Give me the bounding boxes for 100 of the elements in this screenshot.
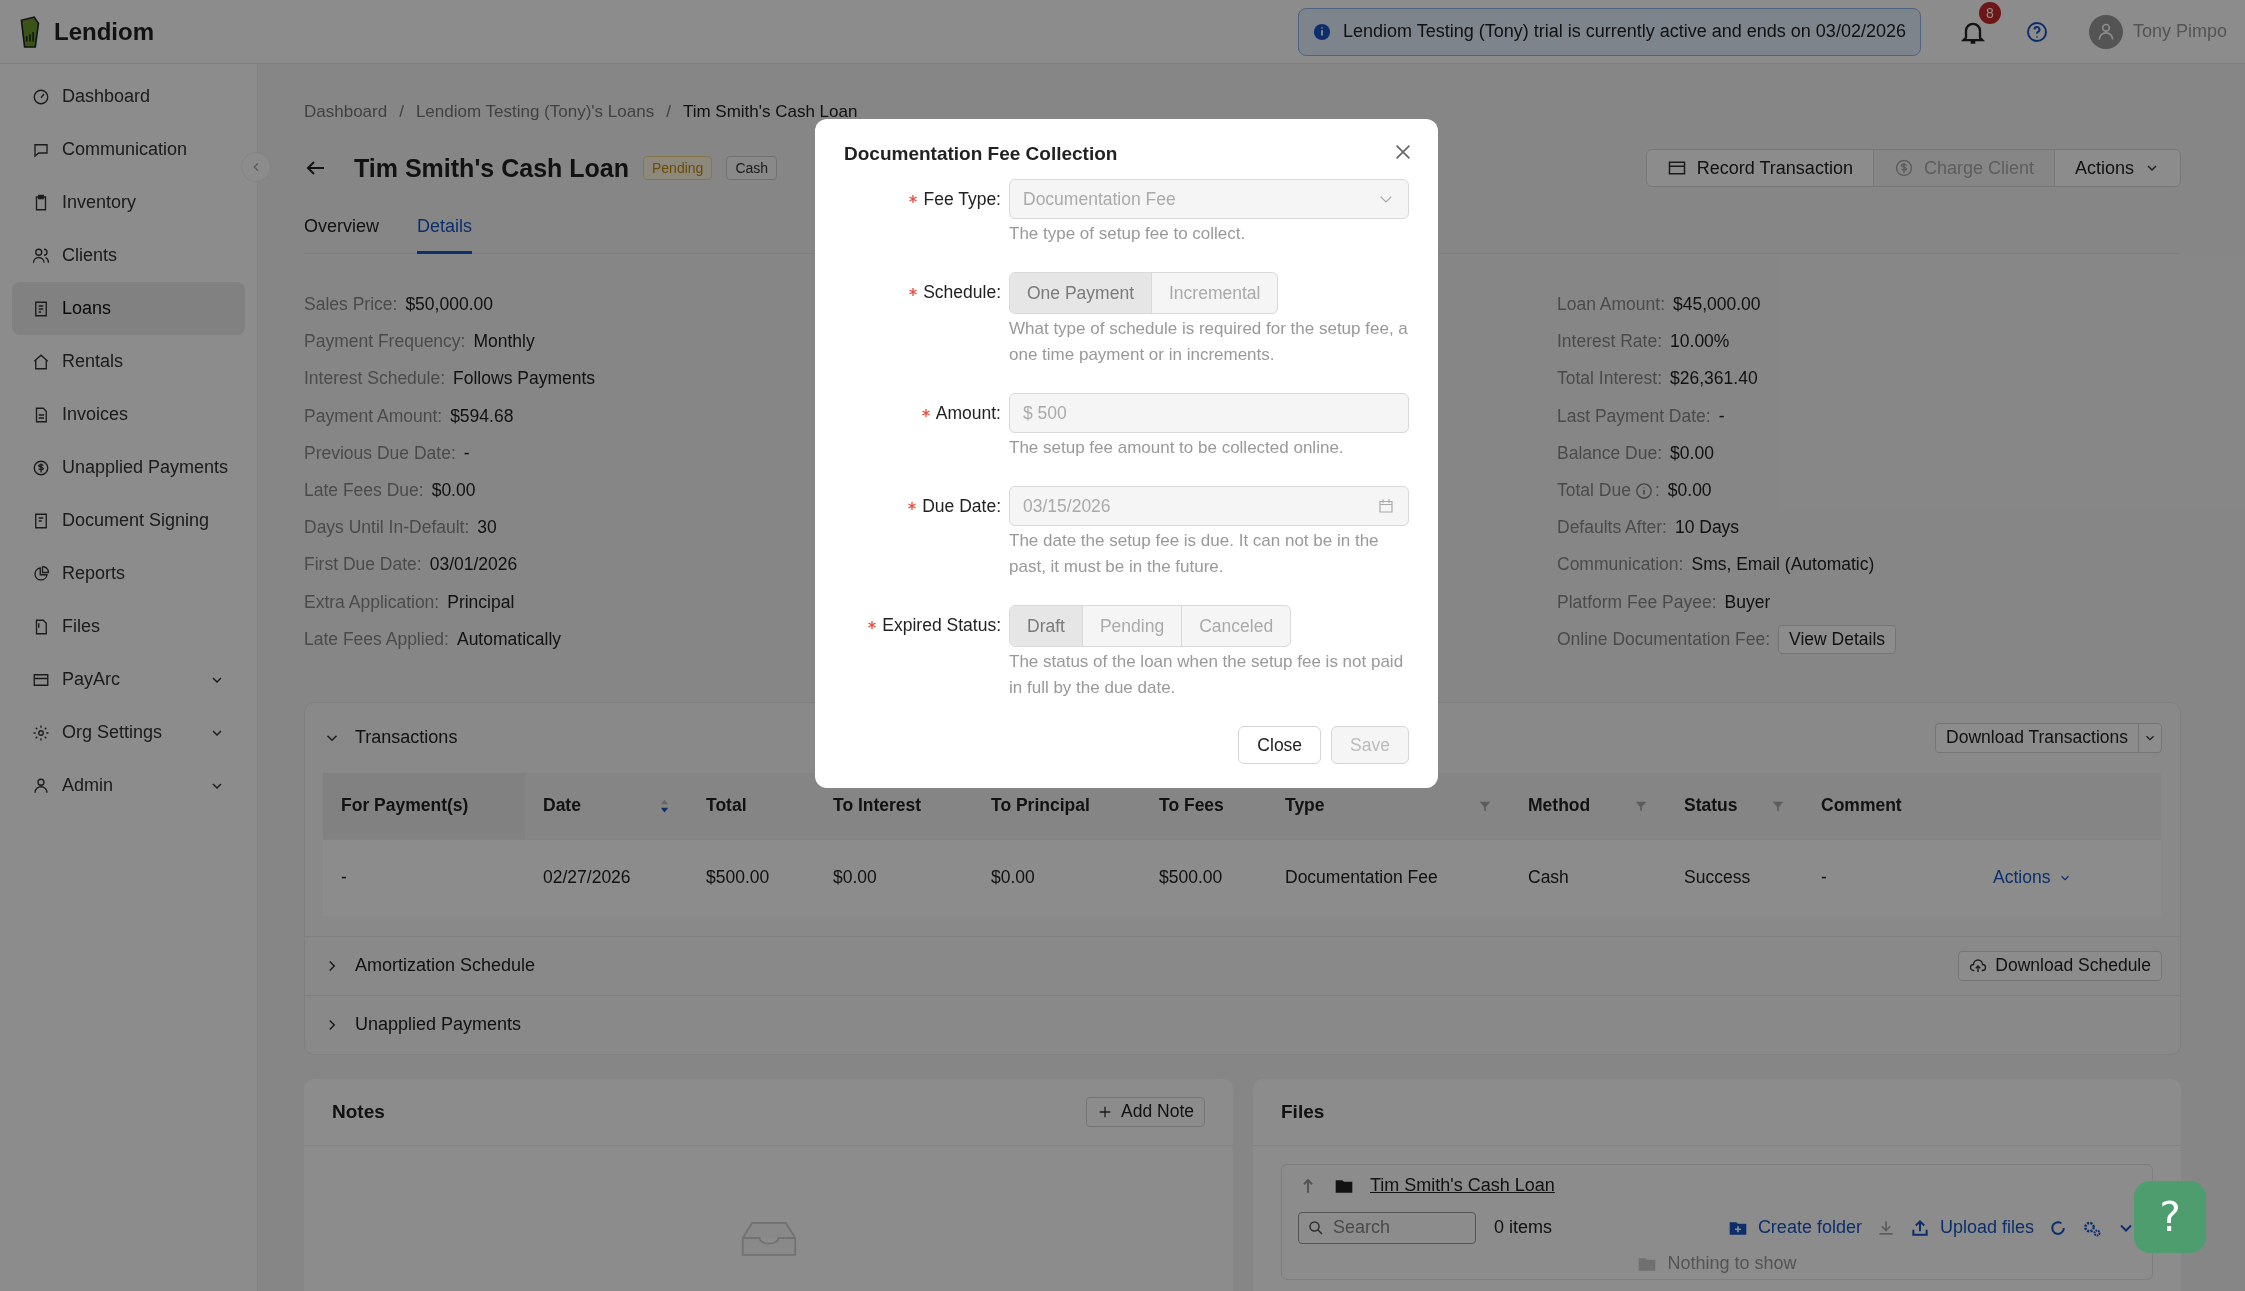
search-icon xyxy=(1307,1218,1325,1237)
tab[interactable]: Details xyxy=(417,212,473,254)
download-schedule-button[interactable]: Download Schedule xyxy=(1958,950,2162,981)
pie-icon xyxy=(32,564,50,583)
sidebar-item[interactable]: Org Settings xyxy=(12,706,245,759)
sidebar-item[interactable]: Clients xyxy=(12,229,245,282)
person-icon xyxy=(32,776,50,795)
panel-title[interactable]: Unapplied Payments xyxy=(355,1014,522,1036)
field-help: The type of setup fee to collect. xyxy=(1009,223,1247,245)
people-icon xyxy=(32,246,50,265)
breadcrumb-link[interactable]: Dashboard xyxy=(304,102,388,122)
detail-label: Platform Fee Payee: xyxy=(1557,591,1717,613)
document-icon xyxy=(32,511,50,530)
detail-value: 10 Days xyxy=(1674,517,1740,539)
detail-value: Principal xyxy=(447,591,515,613)
field-help: The date the setup fee is due. It can not be in the past, it must be in the future. xyxy=(1009,530,1380,578)
sidebar-item[interactable]: Dashboard xyxy=(12,70,245,123)
field-help: The setup fee amount to be collected online. xyxy=(1009,437,1345,459)
view-details-button[interactable]: View Details xyxy=(1778,624,1896,654)
sidebar-item[interactable]: Loans xyxy=(12,282,245,335)
actions-dropdown[interactable]: Actions xyxy=(2053,149,2181,187)
action-button[interactable]: Record Transaction xyxy=(1645,149,1874,187)
column-header[interactable]: Status xyxy=(1666,772,1803,840)
column-header[interactable]: Total xyxy=(688,772,815,840)
field-label: Due Date: xyxy=(922,495,1001,517)
search-field[interactable]: Search xyxy=(1298,1211,1476,1244)
field-label: Fee Type: xyxy=(923,188,1001,210)
empty-message: Nothing to show xyxy=(1667,1253,1797,1275)
field-label: Amount: xyxy=(935,402,1001,424)
help-icon[interactable] xyxy=(2024,19,2049,44)
upload-icon xyxy=(1909,1217,1930,1238)
tab[interactable]: Overview xyxy=(304,212,379,254)
detail-value: Monthly xyxy=(473,331,535,353)
sidebar-item[interactable]: Inventory xyxy=(12,176,245,229)
dollar-icon xyxy=(1893,158,1914,178)
dialog-button[interactable]: Close xyxy=(1238,726,1322,764)
gear-icon xyxy=(32,723,50,742)
create-folder-button[interactable]: Create folder xyxy=(1727,1217,1862,1239)
detail-label: Total Interest: xyxy=(1557,368,1663,390)
field-help: The status of the loan when the setup fee is not paid in full by the due date. xyxy=(1009,651,1405,699)
document-icon xyxy=(32,299,50,318)
column-header[interactable]: Date xyxy=(525,772,688,840)
panel-title[interactable]: Amortization Schedule xyxy=(355,955,536,977)
detail-label: Days Until In-Default: xyxy=(304,517,470,539)
panel-title[interactable]: Transactions xyxy=(355,727,458,749)
sidebar-item[interactable]: Files xyxy=(12,600,245,653)
detail-value: $50,000.00 xyxy=(405,294,493,316)
calendar-icon xyxy=(1377,497,1395,515)
status-tag: Pending xyxy=(643,156,713,180)
detail-label: Total Due xyxy=(1557,480,1631,502)
breadcrumb-separator: / xyxy=(399,102,404,122)
user-avatar[interactable] xyxy=(2088,14,2123,49)
sidebar-item[interactable]: Communication xyxy=(12,123,245,176)
notification-badge: 8 xyxy=(1978,1,2001,24)
info-icon xyxy=(1634,481,1653,500)
detail-value: $26,361.40 xyxy=(1670,368,1758,390)
table-cell: $500.00 xyxy=(688,839,815,916)
breadcrumb-separator: / xyxy=(666,102,671,122)
app-name: Lendiom xyxy=(54,17,154,46)
detail-label: Last Payment Date: xyxy=(1557,405,1711,427)
detail-label: Previous Due Date: xyxy=(304,442,456,464)
breadcrumb-link[interactable]: Tim Smith's Cash Loan xyxy=(682,102,858,122)
sidebar-item[interactable]: Invoices xyxy=(12,388,245,441)
detail-value: $0.00 xyxy=(1670,442,1714,464)
sidebar-item[interactable]: Reports xyxy=(12,547,245,600)
column-header[interactable]: Comment xyxy=(1803,772,1975,840)
field-label: Schedule: xyxy=(923,281,1001,303)
detail-value: Buyer xyxy=(1724,591,1771,613)
status-tag: Cash xyxy=(726,156,778,180)
breadcrumb-link[interactable]: Lendiom Testing (Tony)'s Loans xyxy=(415,102,655,122)
detail-value: Follows Payments xyxy=(453,368,596,390)
upload-files-button[interactable]: Upload files xyxy=(1909,1217,2034,1239)
detail-value: Automatically xyxy=(456,628,562,650)
dialog-title: Documentation Fee Collection xyxy=(844,143,1118,165)
sidebar-item[interactable]: PayArc xyxy=(12,653,245,706)
detail-label: Loan Amount: xyxy=(1557,294,1665,316)
sidebar-item[interactable]: Rentals xyxy=(12,335,245,388)
card-title: Notes xyxy=(332,1100,385,1123)
detail-value: $45,000.00 xyxy=(1673,294,1761,316)
folder-link[interactable]: Tim Smith's Cash Loan xyxy=(1370,1175,1555,1197)
download-transactions-button[interactable]: Download Transactions xyxy=(1935,722,2162,753)
item-count: 0 items xyxy=(1494,1217,1553,1239)
help-button[interactable]: ? xyxy=(2134,1181,2206,1253)
cloud-upload-icon xyxy=(1969,956,1988,975)
card-title: Files xyxy=(1281,1100,1325,1123)
sidebar-item[interactable]: Document Signing xyxy=(12,494,245,547)
house-icon xyxy=(32,352,50,371)
sidebar-item[interactable]: Admin xyxy=(12,759,245,812)
detail-label: Sales Price: xyxy=(304,294,398,316)
actions-link[interactable]: Actions xyxy=(1993,867,2073,889)
column-header[interactable]: For Payment(s) xyxy=(323,772,525,840)
column-header[interactable]: Method xyxy=(1510,772,1666,840)
add-note-button[interactable]: Add Note xyxy=(1086,1096,1205,1127)
detail-value: $0.00 xyxy=(431,480,476,502)
detail-label: Payment Amount: xyxy=(304,405,443,427)
dollar-icon xyxy=(32,458,50,477)
table-cell: 02/27/2026 xyxy=(525,839,688,916)
detail-label: Balance Due: xyxy=(1557,442,1663,464)
sidebar-item[interactable]: Unapplied Payments xyxy=(12,441,245,494)
detail-value: $594.68 xyxy=(450,405,514,427)
